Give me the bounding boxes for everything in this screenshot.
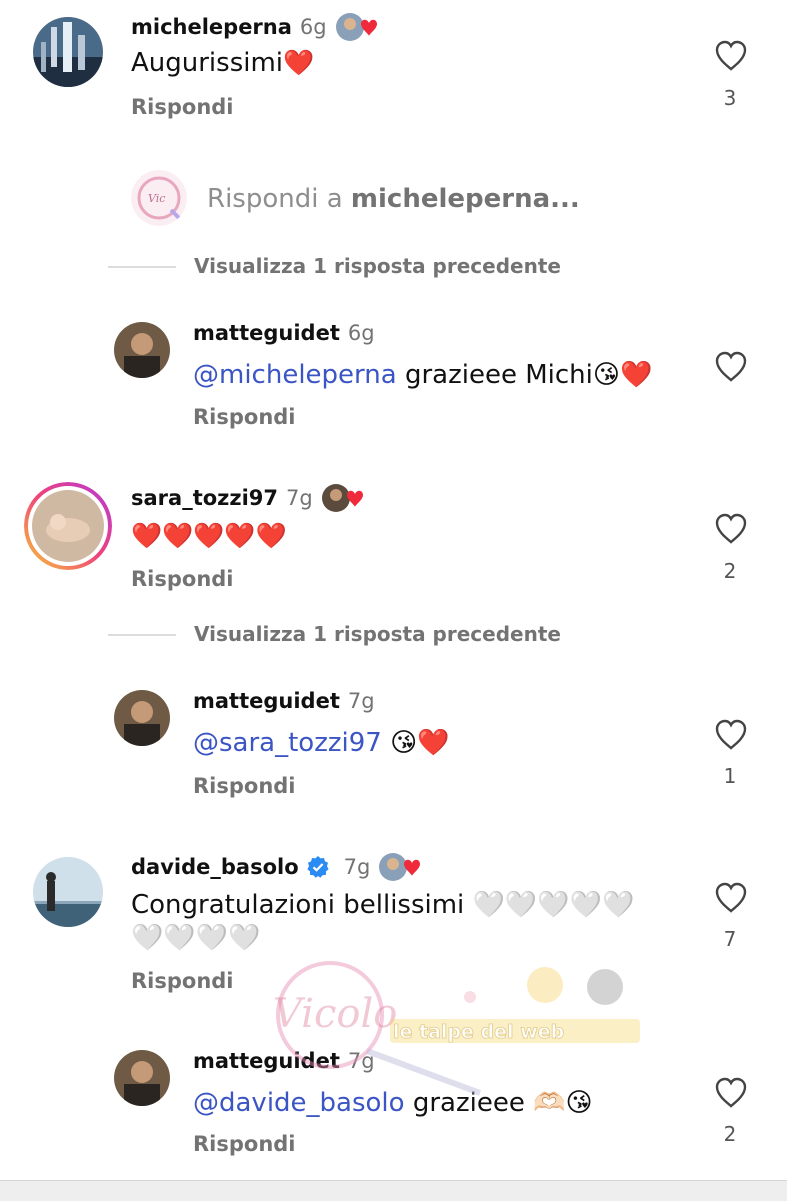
verified-badge-icon [306, 855, 330, 879]
my-avatar: Vic [131, 170, 187, 226]
like-count: 1 [723, 764, 737, 788]
comment-text: ❤️❤️❤️❤️❤️ [131, 521, 287, 550]
reply-text: @sara_tozzi97 😘❤️ [193, 728, 450, 758]
thread-divider [108, 634, 176, 636]
author-liked-icon [378, 852, 424, 882]
timestamp: 7g [343, 855, 371, 879]
comment-text-continued: 🤍🤍🤍🤍 [131, 923, 261, 953]
view-previous-replies-link[interactable]: Visualizza 1 risposta precedente [194, 254, 561, 278]
comment-text: Augurissimi❤️ [131, 48, 315, 78]
like-icon[interactable] [714, 1077, 748, 1109]
avatar[interactable] [33, 17, 103, 87]
reply-header: matteguidet 7g [193, 689, 375, 713]
timestamp: 7g [347, 1049, 375, 1073]
avatar[interactable] [33, 857, 103, 927]
reply-button[interactable]: Rispondi [193, 1132, 296, 1156]
reply-input[interactable]: Rispondi a micheleperna... [207, 184, 580, 214]
mention-link[interactable]: @micheleperna [193, 360, 397, 390]
like-count: 2 [723, 1122, 737, 1146]
comment-header: davide_basolo 7g [131, 852, 424, 882]
like-icon[interactable] [714, 513, 748, 545]
avatar[interactable] [114, 690, 170, 746]
like-count: 3 [723, 86, 737, 110]
like-icon[interactable] [714, 719, 748, 751]
author-liked-icon [321, 483, 367, 513]
comment-text: Congratulazioni bellissimi 🤍🤍🤍🤍🤍 [131, 890, 635, 920]
like-count: 2 [723, 559, 737, 583]
thread-divider [108, 266, 176, 268]
story-ring-avatar[interactable] [24, 482, 112, 570]
comment-header: micheleperna 6g [131, 12, 381, 42]
reply-button[interactable]: Rispondi [131, 567, 234, 591]
like-count: 7 [723, 927, 737, 951]
avatar[interactable] [114, 1050, 170, 1106]
view-previous-replies-link[interactable]: Visualizza 1 risposta precedente [194, 622, 561, 646]
reply-button[interactable]: Rispondi [193, 405, 296, 429]
mention-link[interactable]: @sara_tozzi97 [193, 728, 382, 758]
reply-header: matteguidet 6g [193, 321, 375, 345]
reply-text: @micheleperna grazieee Michi😘❤️ [193, 360, 653, 390]
reply-button[interactable]: Rispondi [131, 969, 234, 993]
avatar[interactable] [114, 322, 170, 378]
like-icon[interactable] [714, 882, 748, 914]
svg-text:le talpe del web: le talpe del web [393, 1021, 564, 1043]
reply-header: matteguidet 7g [193, 1049, 375, 1073]
author-liked-icon [335, 12, 381, 42]
timestamp: 6g [347, 321, 375, 345]
username[interactable]: matteguidet [193, 321, 340, 345]
username[interactable]: davide_basolo [131, 855, 299, 879]
reply-text: @davide_basolo grazieee 🫶🏻😘 [193, 1088, 593, 1118]
username[interactable]: matteguidet [193, 689, 340, 713]
watermark-logo: Vicolo le talpe del web [215, 955, 655, 1105]
username[interactable]: matteguidet [193, 1049, 340, 1073]
avatar-image [33, 17, 103, 87]
comment-header: sara_tozzi97 7g [131, 483, 367, 513]
mention-link[interactable]: @davide_basolo [193, 1088, 405, 1118]
bottom-edge [0, 1180, 787, 1201]
username[interactable]: micheleperna [131, 15, 292, 39]
username[interactable]: sara_tozzi97 [131, 486, 278, 510]
like-icon[interactable] [714, 40, 748, 72]
like-icon[interactable] [714, 351, 748, 383]
svg-text:Vicolo: Vicolo [273, 991, 397, 1037]
reply-button[interactable]: Rispondi [131, 95, 234, 119]
reply-button[interactable]: Rispondi [193, 774, 296, 798]
timestamp: 7g [286, 486, 313, 510]
timestamp: 6g [299, 15, 327, 39]
svg-text:Vic: Vic [148, 192, 165, 205]
timestamp: 7g [347, 689, 375, 713]
